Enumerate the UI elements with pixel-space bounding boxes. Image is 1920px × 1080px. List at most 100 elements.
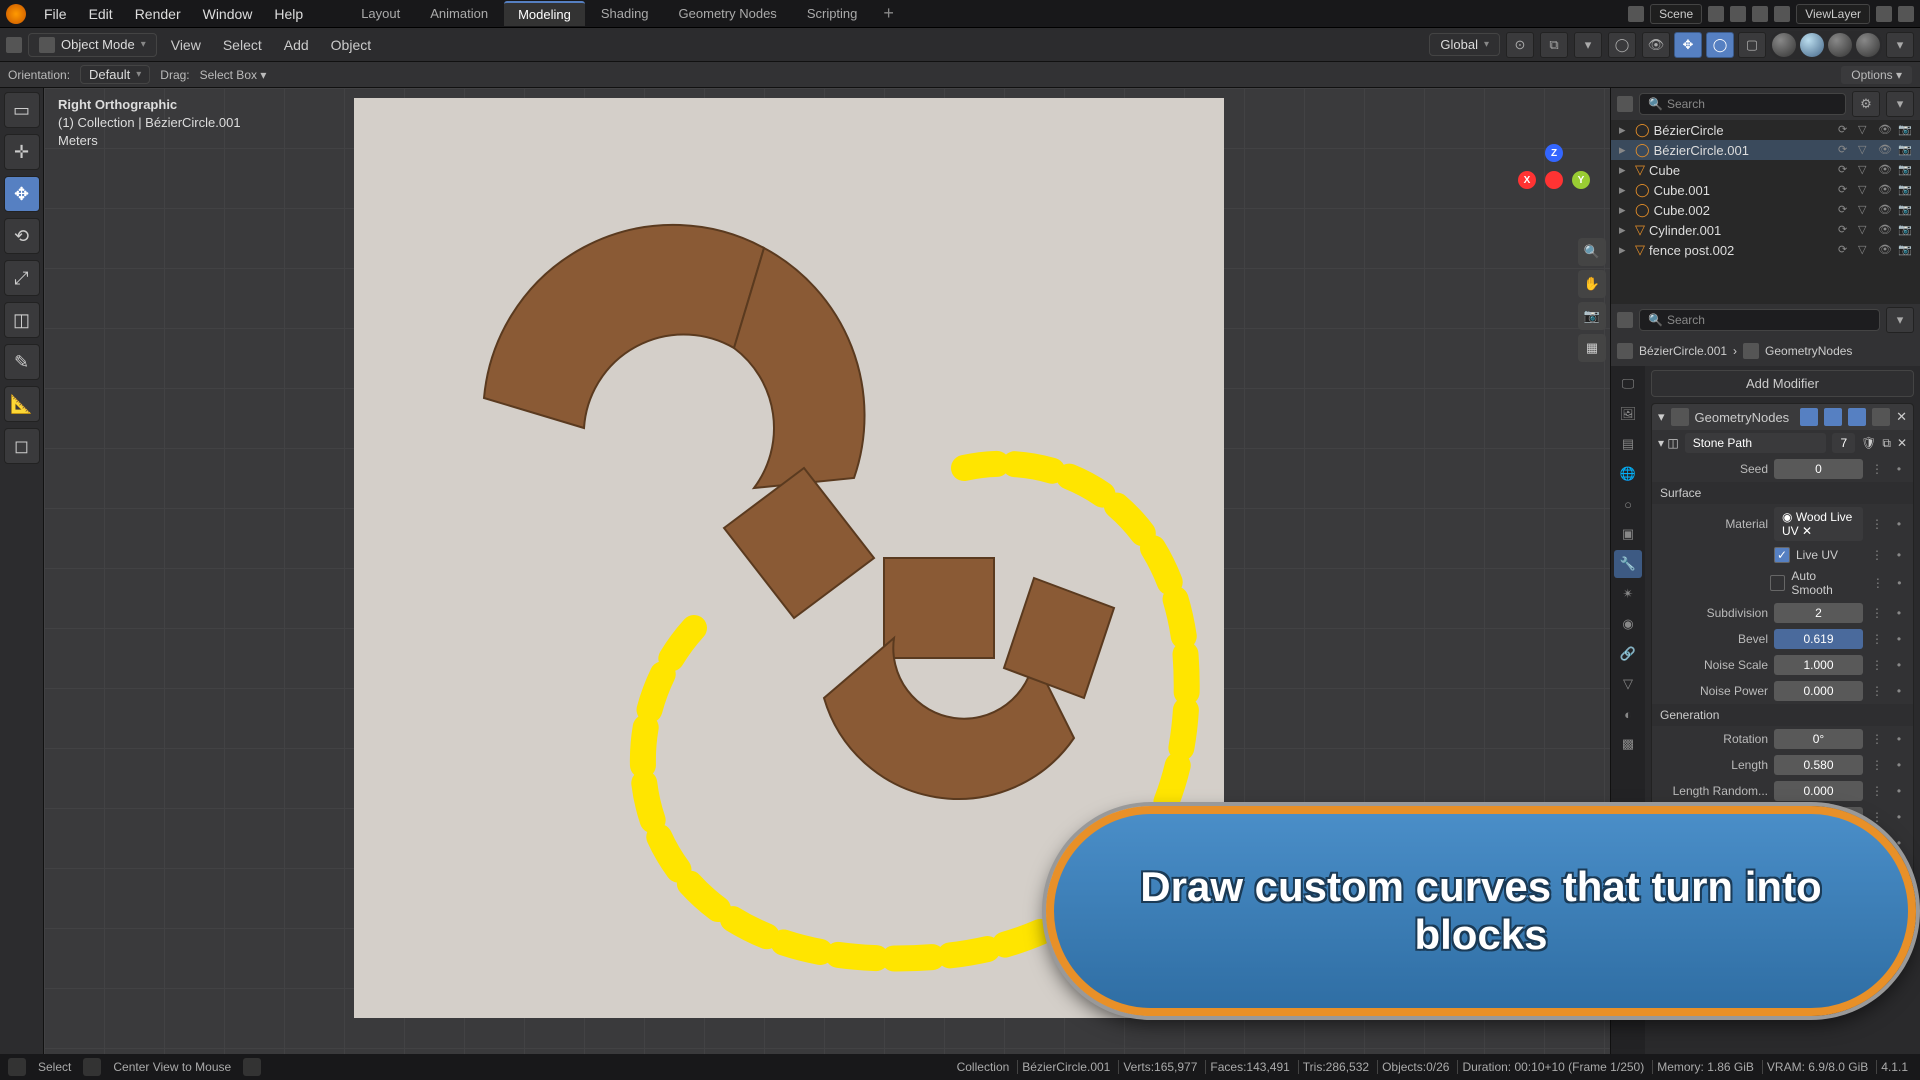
expand-icon[interactable]: ▾ bbox=[1658, 409, 1665, 425]
add-workspace-button[interactable]: + bbox=[873, 3, 904, 24]
surface-section[interactable]: Surface bbox=[1652, 482, 1913, 504]
tab-modifiers-icon[interactable]: 🔧 bbox=[1614, 550, 1642, 578]
tool-rotate[interactable]: ⟲ bbox=[4, 218, 40, 254]
view-menu[interactable]: View bbox=[163, 34, 209, 56]
lengthrand-input[interactable]: 0.000 bbox=[1774, 781, 1863, 801]
delete-viewlayer-icon[interactable] bbox=[1898, 6, 1914, 22]
tool-move[interactable]: ✥ bbox=[4, 176, 40, 212]
outliner-tree[interactable]: ▸◯BézierCircle⟳▽👁📷▸◯BézierCircle.001⟳▽👁📷… bbox=[1611, 120, 1920, 304]
perspective-toggle-icon[interactable]: ▦ bbox=[1578, 334, 1606, 362]
duplicate-icon[interactable]: ⧉ bbox=[1882, 436, 1891, 451]
tab-world-icon[interactable]: ○ bbox=[1614, 490, 1642, 518]
tab-texture-icon[interactable]: ▩ bbox=[1614, 730, 1642, 758]
noisepow-input[interactable]: 0.000 bbox=[1774, 681, 1863, 701]
tab-constraints-icon[interactable]: 🔗 bbox=[1614, 640, 1642, 668]
viewlayer-selector[interactable]: ViewLayer bbox=[1796, 4, 1870, 24]
pan-icon[interactable]: ✋ bbox=[1578, 270, 1606, 298]
zoom-icon[interactable]: 🔍 bbox=[1578, 238, 1606, 266]
overlay-toggle[interactable]: ◯ bbox=[1706, 32, 1734, 58]
navigation-gizmo[interactable]: Z X Y bbox=[1518, 144, 1590, 216]
tab-view-icon[interactable]: ▤ bbox=[1614, 430, 1642, 458]
modifier-panel-header[interactable]: ▾ GeometryNodes ✕ bbox=[1652, 404, 1913, 430]
tab-modeling[interactable]: Modeling bbox=[504, 1, 585, 26]
close-modifier-icon[interactable]: ✕ bbox=[1896, 409, 1907, 425]
editor-type-icon[interactable] bbox=[6, 37, 22, 53]
seed-input[interactable]: 0 bbox=[1774, 459, 1863, 479]
menu-file[interactable]: File bbox=[34, 3, 77, 25]
axis-center-icon[interactable] bbox=[1545, 171, 1563, 189]
seed-menu-icon[interactable]: ⋮ bbox=[1869, 462, 1885, 476]
tab-object-icon[interactable]: ▣ bbox=[1614, 520, 1642, 548]
filter2-button[interactable]: ▾ bbox=[1886, 307, 1914, 333]
subdiv-input[interactable]: 2 bbox=[1774, 603, 1863, 623]
outliner-search2[interactable]: 🔍 Search bbox=[1639, 309, 1880, 331]
rotation-input[interactable]: 0° bbox=[1774, 729, 1863, 749]
toggle-render-icon[interactable] bbox=[1824, 408, 1842, 426]
tool-scale[interactable]: ⤢ bbox=[4, 260, 40, 296]
outliner-item[interactable]: ▸▽Cube⟳▽👁📷 bbox=[1611, 160, 1920, 180]
menu-edit[interactable]: Edit bbox=[79, 3, 123, 25]
axis-y-icon[interactable]: Y bbox=[1572, 171, 1590, 189]
tab-geometry-nodes[interactable]: Geometry Nodes bbox=[665, 2, 791, 25]
autosmooth-checkbox[interactable] bbox=[1770, 575, 1785, 591]
axis-z-icon[interactable]: Z bbox=[1545, 144, 1563, 162]
tool-cursor[interactable]: ✛ bbox=[4, 134, 40, 170]
tab-physics-icon[interactable]: ◉ bbox=[1614, 610, 1642, 638]
tab-particles-icon[interactable]: ✴ bbox=[1614, 580, 1642, 608]
liveuv-checkbox[interactable]: ✓ bbox=[1774, 547, 1790, 563]
new-viewlayer-icon[interactable] bbox=[1876, 6, 1892, 22]
visibility-toggle[interactable]: 👁 bbox=[1642, 32, 1670, 58]
tab-scripting[interactable]: Scripting bbox=[793, 2, 872, 25]
wireframe-shading[interactable] bbox=[1772, 33, 1796, 57]
collection-icon[interactable] bbox=[1617, 312, 1633, 328]
outliner-item[interactable]: ▸▽fence post.002⟳▽👁📷 bbox=[1611, 240, 1920, 260]
material-input[interactable]: ◉ Wood Live UV ✕ bbox=[1774, 507, 1863, 541]
object-menu[interactable]: Object bbox=[323, 34, 379, 56]
snap-button[interactable]: ⧉ bbox=[1540, 32, 1568, 58]
unlink-icon[interactable]: ✕ bbox=[1897, 436, 1907, 450]
shield-icon[interactable]: 🛡 bbox=[1861, 436, 1876, 450]
tab-shading[interactable]: Shading bbox=[587, 2, 663, 25]
menu-render[interactable]: Render bbox=[125, 3, 191, 25]
tab-render-icon[interactable]: 🖵 bbox=[1614, 370, 1642, 398]
tool-transform[interactable]: ◫ bbox=[4, 302, 40, 338]
nodegroup-users[interactable]: 7 bbox=[1832, 433, 1855, 453]
proportional-edit-button[interactable]: ◯ bbox=[1608, 32, 1636, 58]
tab-layout[interactable]: Layout bbox=[347, 2, 414, 25]
add-menu[interactable]: Add bbox=[276, 34, 317, 56]
menu-window[interactable]: Window bbox=[193, 3, 263, 25]
new-collection-icon[interactable]: ▾ bbox=[1886, 91, 1914, 117]
drag-mode[interactable]: Select Box ▾ bbox=[200, 68, 267, 82]
select-menu[interactable]: Select bbox=[215, 34, 270, 56]
outliner-item[interactable]: ▸◯Cube.002⟳▽👁📷 bbox=[1611, 200, 1920, 220]
viewport-3d[interactable]: Right Orthographic (1) Collection | Bézi… bbox=[44, 88, 1610, 1054]
tab-material-icon[interactable]: ◐ bbox=[1614, 700, 1642, 728]
orientation-dropdown[interactable]: Default bbox=[80, 65, 150, 84]
tab-output-icon[interactable]: 🖼 bbox=[1614, 400, 1642, 428]
outliner-item[interactable]: ▸◯BézierCircle⟳▽👁📷 bbox=[1611, 120, 1920, 140]
shading-options[interactable]: ▾ bbox=[1886, 32, 1914, 58]
snap-options-button[interactable]: ▾ bbox=[1574, 32, 1602, 58]
delete-scene-icon[interactable] bbox=[1752, 6, 1768, 22]
toggle-realtime-icon[interactable] bbox=[1800, 408, 1818, 426]
length-input[interactable]: 0.580 bbox=[1774, 755, 1863, 775]
outliner-item[interactable]: ▸◯BézierCircle.001⟳▽👁📷 bbox=[1611, 140, 1920, 160]
material-shading[interactable] bbox=[1828, 33, 1852, 57]
bevel-input[interactable]: 0.619 bbox=[1774, 629, 1863, 649]
tab-scene-icon[interactable]: 🌐 bbox=[1614, 460, 1642, 488]
generation-section[interactable]: Generation bbox=[1652, 704, 1913, 726]
gizmo-toggle[interactable]: ✥ bbox=[1674, 32, 1702, 58]
transform-orientation[interactable]: Global bbox=[1429, 33, 1500, 56]
extra-options-icon[interactable] bbox=[1872, 408, 1890, 426]
noisescale-input[interactable]: 1.000 bbox=[1774, 655, 1863, 675]
tab-data-icon[interactable]: ▽ bbox=[1614, 670, 1642, 698]
pivot-point-button[interactable]: ⊙ bbox=[1506, 32, 1534, 58]
scene-selector[interactable]: Scene bbox=[1650, 4, 1702, 24]
tool-annotate[interactable]: ✎ bbox=[4, 344, 40, 380]
solid-shading[interactable] bbox=[1800, 33, 1824, 57]
tool-add-primitive[interactable]: ◻ bbox=[4, 428, 40, 464]
pin-icon[interactable] bbox=[1708, 6, 1724, 22]
tool-select-box[interactable]: ▭ bbox=[4, 92, 40, 128]
new-scene-icon[interactable] bbox=[1730, 6, 1746, 22]
nodegroup-name[interactable]: Stone Path bbox=[1685, 433, 1827, 453]
